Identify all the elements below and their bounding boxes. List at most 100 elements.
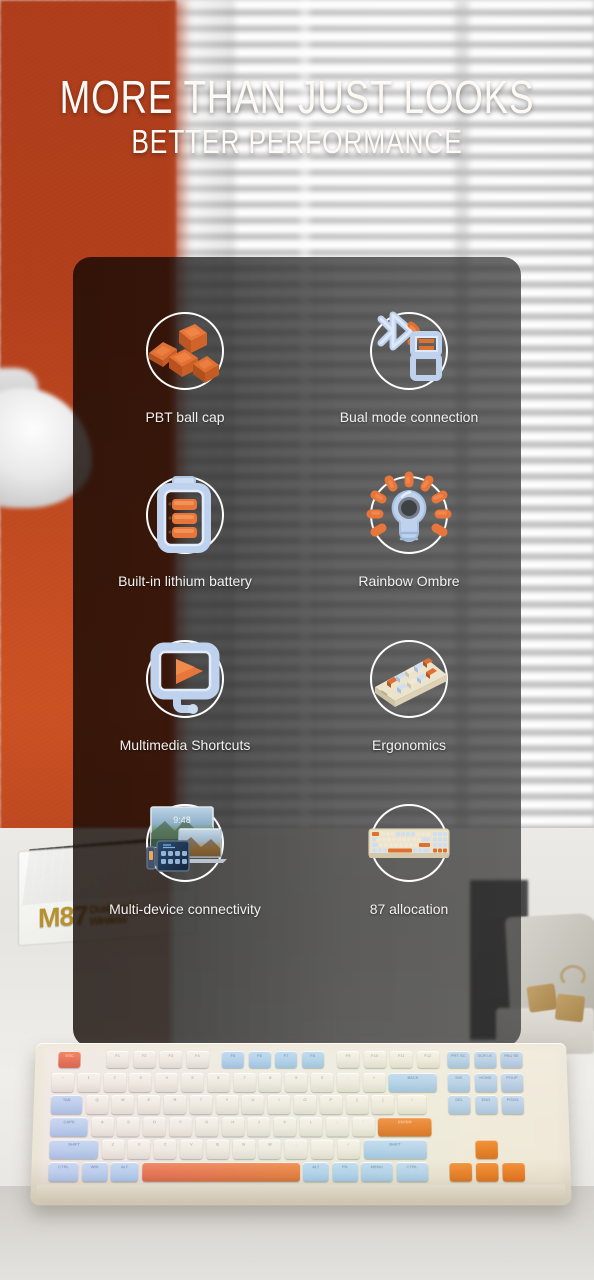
key-a[interactable]: A <box>90 1117 114 1137</box>
key-d[interactable]: D <box>143 1117 166 1137</box>
key-o[interactable]: O <box>293 1094 317 1115</box>
key-pgdn[interactable]: PGDN <box>501 1094 525 1115</box>
key--[interactable]: ~ <box>51 1072 75 1092</box>
key-fn[interactable]: FN <box>331 1162 358 1182</box>
feature-item-multimedia-shortcuts[interactable]: Multimedia Shortcuts <box>73 633 297 753</box>
key-end[interactable]: END <box>474 1094 498 1115</box>
key-g[interactable]: G <box>195 1117 218 1137</box>
key-space[interactable] <box>502 1162 526 1182</box>
key-space[interactable] <box>141 1162 300 1182</box>
key-r[interactable]: R <box>163 1094 187 1115</box>
key-e[interactable]: E <box>137 1094 161 1115</box>
key-f8[interactable]: F8 <box>301 1050 324 1068</box>
key-back[interactable]: BACK <box>388 1072 438 1092</box>
key-b[interactable]: B <box>206 1139 229 1159</box>
key-6[interactable]: 6 <box>207 1072 230 1092</box>
key-y[interactable]: Y <box>215 1094 239 1115</box>
key-h[interactable]: H <box>221 1117 244 1137</box>
key-n[interactable]: N <box>232 1139 255 1159</box>
key-3[interactable]: 3 <box>129 1072 152 1092</box>
key--[interactable]: ' <box>352 1117 375 1137</box>
key-f1[interactable]: F1 <box>106 1050 129 1068</box>
key-shift[interactable]: SHIFT <box>363 1139 427 1159</box>
key-w[interactable]: W <box>111 1094 135 1115</box>
key--[interactable]: . <box>311 1139 334 1159</box>
feature-item-ergonomics[interactable]: Ergonomics <box>297 633 521 753</box>
key-t[interactable]: T <box>189 1094 213 1115</box>
key--[interactable]: ; <box>325 1117 349 1137</box>
key-p[interactable]: P <box>319 1094 343 1115</box>
key-ins[interactable]: INS <box>447 1072 471 1092</box>
key-7[interactable]: 7 <box>233 1072 256 1092</box>
key-prt-sc[interactable]: PRT SC <box>447 1050 470 1068</box>
key-enter[interactable]: ENTER <box>378 1117 432 1137</box>
key-u[interactable]: U <box>241 1094 265 1115</box>
key-c[interactable]: C <box>153 1139 177 1159</box>
feature-item-dual-mode-connection[interactable]: Bual mode connection <box>297 305 521 425</box>
key--[interactable]: + <box>362 1072 386 1092</box>
key-k[interactable]: K <box>273 1117 297 1137</box>
feature-item-pbt-ball-cap[interactable]: PBT ball cap <box>73 305 297 425</box>
key-m[interactable]: M <box>258 1139 282 1159</box>
key-f11[interactable]: F11 <box>390 1050 413 1068</box>
key-scr-lk[interactable]: SCR LK <box>473 1050 497 1068</box>
key-v[interactable]: V <box>180 1139 203 1159</box>
key-f6[interactable]: F6 <box>248 1050 271 1068</box>
feature-item-rainbow-ombre[interactable]: Rainbow Ombre <box>297 469 521 589</box>
keyboard-layout-icon <box>363 797 455 889</box>
key-q[interactable]: Q <box>85 1094 109 1115</box>
key-i[interactable]: I <box>267 1094 291 1115</box>
key-4[interactable]: 4 <box>155 1072 178 1092</box>
key-f9[interactable]: F9 <box>337 1050 360 1068</box>
key-0[interactable]: 0 <box>311 1072 334 1092</box>
key-f10[interactable]: F10 <box>363 1050 386 1068</box>
multi-device-icon: 9:48 <box>139 797 231 889</box>
key-pgup[interactable]: PGUP <box>500 1072 524 1092</box>
key--[interactable]: ] <box>371 1094 395 1115</box>
key--[interactable]: [ <box>345 1094 369 1115</box>
key-menu[interactable]: MENU <box>360 1162 393 1182</box>
key--[interactable]: \ <box>397 1094 427 1115</box>
key-f4[interactable]: F4 <box>186 1050 209 1068</box>
key-win[interactable]: WIN <box>81 1162 108 1182</box>
key-f[interactable]: F <box>169 1117 192 1137</box>
key-f5[interactable]: F5 <box>221 1050 244 1068</box>
key-j[interactable]: J <box>247 1117 270 1137</box>
key-9[interactable]: 9 <box>285 1072 308 1092</box>
key-8[interactable]: 8 <box>259 1072 282 1092</box>
key-tab[interactable]: TAB <box>50 1094 83 1115</box>
key--[interactable]: , <box>284 1139 308 1159</box>
key-f3[interactable]: F3 <box>159 1050 182 1068</box>
key-f12[interactable]: F12 <box>416 1050 439 1068</box>
feature-item-87-allocation[interactable]: 87 allocation <box>297 797 521 917</box>
key-l[interactable]: L <box>299 1117 323 1137</box>
battery-icon <box>139 469 231 561</box>
feature-item-lithium-battery[interactable]: Built-in lithium battery <box>73 469 297 589</box>
key-esc[interactable]: ESC <box>58 1050 81 1068</box>
key-del[interactable]: DEL <box>448 1094 471 1115</box>
key-alt[interactable]: ALT <box>303 1162 329 1182</box>
key-x[interactable]: X <box>127 1139 151 1159</box>
key-pau-se[interactable]: PAU SE <box>500 1050 523 1068</box>
key-f7[interactable]: F7 <box>274 1050 297 1068</box>
key-f2[interactable]: F2 <box>132 1050 156 1068</box>
key-ctrl[interactable]: CTRL <box>396 1162 428 1182</box>
key-caps[interactable]: CAPS <box>49 1117 88 1137</box>
key-space[interactable] <box>449 1162 473 1182</box>
feature-label: Built-in lithium battery <box>118 573 252 589</box>
key-s[interactable]: S <box>116 1117 140 1137</box>
key--[interactable]: - <box>336 1072 360 1092</box>
key-home[interactable]: HOME <box>474 1072 497 1092</box>
key--[interactable]: / <box>337 1139 360 1159</box>
key-2[interactable]: 2 <box>103 1072 126 1092</box>
key-space[interactable] <box>475 1139 499 1159</box>
key-shift[interactable]: SHIFT <box>49 1139 99 1159</box>
feature-item-multi-device-connectivity[interactable]: 9:48 Multi-device connectivity <box>73 797 297 917</box>
key-z[interactable]: Z <box>101 1139 125 1159</box>
key-5[interactable]: 5 <box>181 1072 204 1092</box>
key-1[interactable]: 1 <box>77 1072 100 1092</box>
key-alt[interactable]: ALT <box>110 1162 139 1182</box>
key-ctrl[interactable]: CTRL <box>48 1162 79 1182</box>
product-keyboard[interactable]: ESC F1 F2 F3 F4 F5 F6 F7 F8 F9 F10 F11 F12 PRT SC SCR … <box>30 1043 572 1206</box>
key-space[interactable] <box>475 1162 499 1182</box>
